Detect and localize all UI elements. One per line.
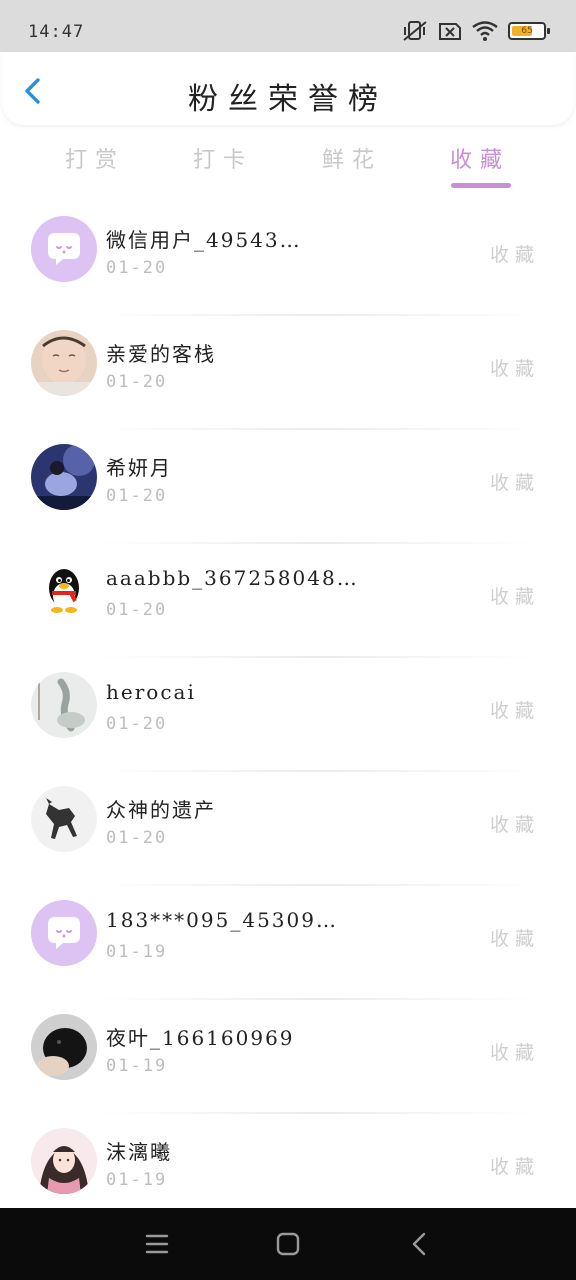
menu-button[interactable]: [142, 1230, 172, 1258]
fan-date: 01-19: [106, 942, 168, 962]
battery-label: 65: [521, 26, 533, 36]
tab-checkin[interactable]: 打卡: [173, 142, 273, 174]
system-back-button[interactable]: [405, 1230, 435, 1258]
fan-row[interactable]: 微信用户_49543… 01-20 收藏: [0, 200, 576, 314]
active-tab-indicator: [451, 183, 511, 188]
avatar[interactable]: [31, 900, 97, 966]
battery-tip: [547, 28, 550, 34]
wifi-icon: [472, 21, 498, 41]
fan-row[interactable]: aaabbb_367258048… 01-20 收藏: [0, 542, 576, 656]
fan-list: 微信用户_49543… 01-20 收藏 亲爱的客栈 01-20 收藏 希妍月 …: [0, 200, 576, 1226]
row-divider: [100, 542, 536, 544]
fan-date: 01-19: [106, 1170, 168, 1190]
row-divider: [100, 1112, 536, 1114]
fan-action-label: 收藏: [489, 244, 540, 266]
row-divider: [100, 656, 536, 658]
tab-flowers[interactable]: 鲜花: [302, 142, 402, 174]
fan-date: 01-20: [106, 486, 168, 506]
fan-date: 01-20: [106, 714, 168, 734]
tab-tip[interactable]: 打赏: [45, 142, 145, 174]
menu-icon: [145, 1234, 169, 1254]
fan-name: 众神的遗产: [106, 798, 216, 822]
fan-name: herocai: [106, 680, 196, 704]
fan-name: 183***095_45309…: [106, 908, 338, 932]
fan-row[interactable]: 亲爱的客栈 01-20 收藏: [0, 314, 576, 428]
status-icons: 65: [402, 20, 550, 42]
fan-name: 微信用户_49543…: [106, 228, 302, 252]
status-bar: 14:47 65: [0, 0, 576, 52]
tab-favorites[interactable]: 收藏: [430, 142, 530, 174]
fan-name: aaabbb_367258048…: [106, 566, 359, 590]
fan-name: 希妍月: [106, 456, 172, 480]
header: 粉丝荣誉榜: [2, 52, 574, 125]
fan-date: 01-20: [106, 372, 168, 392]
fan-name: 夜叶_166160969: [106, 1026, 295, 1050]
avatar[interactable]: [31, 558, 97, 624]
fan-name: 沫漓曦: [106, 1140, 172, 1164]
fan-action-label: 收藏: [489, 358, 540, 380]
avatar[interactable]: [31, 330, 97, 396]
fan-action-label: 收藏: [489, 586, 540, 608]
fan-action-label: 收藏: [489, 1042, 540, 1064]
avatar[interactable]: [31, 216, 97, 282]
fan-action-label: 收藏: [489, 1156, 540, 1178]
fan-date: 01-20: [106, 828, 168, 848]
page-title: 粉丝荣誉榜: [188, 82, 388, 117]
avatar[interactable]: [31, 1128, 97, 1194]
fan-row[interactable]: 183***095_45309… 01-19 收藏: [0, 884, 576, 998]
status-time: 14:47: [28, 22, 85, 42]
fan-row[interactable]: 希妍月 01-20 收藏: [0, 428, 576, 542]
home-icon: [276, 1232, 300, 1256]
fan-row[interactable]: 众神的遗产 01-20 收藏: [0, 770, 576, 884]
fan-date: 01-20: [106, 600, 168, 620]
row-divider: [100, 770, 536, 772]
fan-action-label: 收藏: [489, 814, 540, 836]
row-divider: [100, 314, 536, 316]
avatar[interactable]: [31, 672, 97, 738]
battery-icon: 65: [508, 22, 550, 40]
fan-row[interactable]: 夜叶_166160969 01-19 收藏: [0, 998, 576, 1112]
avatar[interactable]: [31, 1014, 97, 1080]
tab-bar: 打赏 打卡 鲜花 收藏: [0, 138, 576, 194]
fan-date: 01-20: [106, 258, 168, 278]
fan-action-label: 收藏: [489, 700, 540, 722]
row-divider: [100, 884, 536, 886]
fan-action-label: 收藏: [489, 472, 540, 494]
fan-date: 01-19: [106, 1056, 168, 1076]
avatar[interactable]: [31, 444, 97, 510]
sim-off-icon: [439, 23, 461, 40]
avatar[interactable]: [31, 786, 97, 852]
row-divider: [100, 998, 536, 1000]
row-divider: [100, 428, 536, 430]
fan-row[interactable]: herocai 01-20 收藏: [0, 656, 576, 770]
fan-action-label: 收藏: [489, 928, 540, 950]
home-button[interactable]: [273, 1230, 303, 1258]
back-icon: [412, 1232, 426, 1256]
mute-vibrate-icon: [403, 21, 427, 41]
system-nav-bar: [0, 1208, 576, 1280]
fan-name: 亲爱的客栈: [106, 342, 216, 366]
